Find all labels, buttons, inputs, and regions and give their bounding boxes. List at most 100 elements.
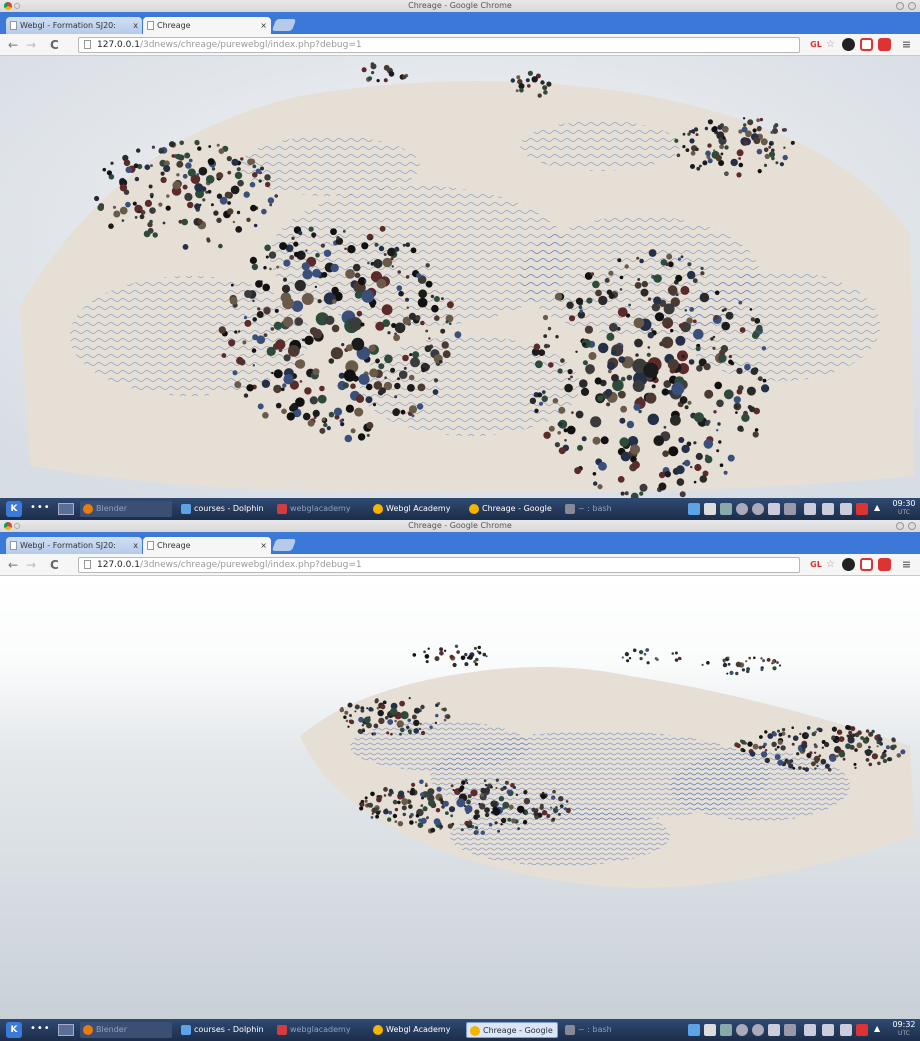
taskbar-item-bash[interactable]: ~ : bash (562, 1022, 654, 1038)
sphere-marker (607, 361, 616, 371)
bookmark-star-icon[interactable]: ☆ (824, 38, 837, 51)
tray-gear-icon[interactable] (752, 1024, 764, 1036)
close-icon[interactable]: × (260, 537, 267, 554)
activities-icon[interactable]: ••• (30, 1022, 51, 1036)
new-tab-button[interactable] (271, 539, 297, 551)
sphere-marker (246, 384, 254, 392)
sphere-marker (289, 255, 295, 260)
tray-scissors-icon[interactable] (768, 1024, 780, 1036)
tray-display-icon[interactable] (804, 1024, 816, 1036)
show-desktop-icon[interactable] (58, 1024, 74, 1036)
show-desktop-icon[interactable] (58, 503, 74, 515)
taskbar-item-blender[interactable]: Blender (80, 1022, 172, 1038)
sphere-marker (724, 172, 729, 176)
sphere-marker (683, 459, 691, 467)
clock[interactable]: 09:30 UTC (890, 499, 918, 517)
tray-scissors-icon[interactable] (768, 503, 780, 515)
tray-bluetooth-icon[interactable] (822, 1024, 834, 1036)
kde-launcher-icon[interactable]: K (6, 501, 22, 517)
kde-launcher-icon[interactable]: K (6, 1022, 22, 1038)
address-bar[interactable]: 127.0.0.1/3dnews/chreage/purewebgl/index… (78, 37, 800, 53)
taskbar-item-webglacademy-term[interactable]: webglacademy (274, 501, 366, 517)
tray-battery-icon[interactable] (840, 503, 852, 515)
tray-grid-icon[interactable] (720, 503, 732, 515)
sphere-marker (703, 439, 714, 449)
close-icon[interactable]: × (260, 17, 267, 34)
sphere-marker (538, 349, 546, 356)
taskbar-item-dolphin[interactable]: courses - Dolphin (178, 501, 270, 517)
forward-arrow-icon[interactable]: → (26, 36, 36, 54)
tray-volume-icon[interactable] (784, 1024, 796, 1036)
tray-volume-icon[interactable] (784, 503, 796, 515)
back-arrow-icon[interactable]: ← (8, 36, 18, 54)
sphere-marker (389, 707, 398, 716)
taskbar-item-chreage[interactable]: Chreage - Google (466, 501, 558, 517)
tray-expand-icon[interactable]: ▲ (874, 503, 886, 515)
reload-icon[interactable]: C (50, 556, 59, 574)
close-icon[interactable]: x (133, 17, 138, 34)
extension-red-icon[interactable] (860, 38, 873, 51)
forward-arrow-icon[interactable]: → (26, 556, 36, 574)
tab-webgl-formation[interactable]: Webgl - Formation SJ20: x (6, 17, 142, 34)
tray-gear-icon[interactable] (736, 503, 748, 515)
window-menu-icon[interactable] (14, 523, 20, 529)
tray-alert-icon[interactable] (856, 503, 868, 515)
close-icon[interactable]: x (133, 537, 138, 554)
sphere-marker (433, 296, 440, 302)
tray-alert-icon[interactable] (856, 1024, 868, 1036)
tray-battery-icon[interactable] (840, 1024, 852, 1036)
taskbar-item-webgl-academy[interactable]: Webgl Academy (370, 501, 462, 517)
tray-expand-icon[interactable]: ▲ (874, 1024, 886, 1036)
reload-icon[interactable]: C (50, 36, 59, 54)
taskbar-item-blender[interactable]: Blender (80, 501, 172, 517)
chrome-menu-icon[interactable]: ≡ (900, 558, 913, 571)
clock[interactable]: 09:32 UTC (890, 1020, 918, 1038)
tray-network-icon[interactable] (688, 503, 700, 515)
taskbar-item-bash[interactable]: ~ : bash (562, 501, 654, 517)
tray-gear-icon[interactable] (752, 503, 764, 515)
chrome-menu-icon[interactable]: ≡ (900, 38, 913, 51)
taskbar-item-chreage[interactable]: Chreage - Google (466, 1022, 558, 1038)
extension-dark-icon[interactable] (842, 38, 855, 51)
bookmark-star-icon[interactable]: ☆ (824, 558, 837, 571)
webgl-canvas[interactable] (0, 576, 920, 1019)
tray-notes-icon[interactable] (704, 1024, 716, 1036)
activities-icon[interactable]: ••• (30, 501, 51, 515)
tray-grid-icon[interactable] (720, 1024, 732, 1036)
sphere-marker (160, 176, 167, 184)
terminal-icon (277, 1025, 287, 1035)
tray-display-icon[interactable] (804, 503, 816, 515)
taskbar-item-webgl-academy[interactable]: Webgl Academy (370, 1022, 462, 1038)
sphere-marker (352, 263, 361, 272)
tray-network-icon[interactable] (688, 1024, 700, 1036)
tray-bluetooth-icon[interactable] (822, 503, 834, 515)
sphere-marker (620, 451, 631, 462)
sphere-marker (442, 707, 447, 712)
address-bar[interactable]: 127.0.0.1/3dnews/chreage/purewebgl/index… (78, 557, 800, 573)
sphere-marker (134, 176, 140, 182)
sphere-marker (347, 725, 350, 728)
new-tab-button[interactable] (271, 19, 297, 31)
extension-red-icon[interactable] (860, 558, 873, 571)
extension-c-icon[interactable] (878, 558, 891, 571)
taskbar-item-dolphin[interactable]: courses - Dolphin (178, 1022, 270, 1038)
tray-gear-icon[interactable] (736, 1024, 748, 1036)
extension-c-icon[interactable] (878, 38, 891, 51)
close-window-button[interactable] (908, 2, 916, 10)
gl-extension-icon[interactable]: GL (808, 558, 824, 571)
tray-notes-icon[interactable] (704, 503, 716, 515)
gl-extension-icon[interactable]: GL (808, 38, 824, 51)
webgl-canvas[interactable] (0, 56, 920, 498)
close-window-button[interactable] (908, 522, 916, 530)
taskbar-item-webglacademy-term[interactable]: webglacademy (274, 1022, 366, 1038)
tab-chreage[interactable]: Chreage × (143, 17, 271, 34)
tab-chreage[interactable]: Chreage × (143, 537, 271, 554)
extension-dark-icon[interactable] (842, 558, 855, 571)
sphere-marker (646, 661, 650, 665)
sphere-marker (417, 297, 428, 308)
back-arrow-icon[interactable]: ← (8, 556, 18, 574)
tab-webgl-formation[interactable]: Webgl - Formation SJ20: x (6, 537, 142, 554)
minimize-button[interactable] (896, 522, 904, 530)
minimize-button[interactable] (896, 2, 904, 10)
window-menu-icon[interactable] (14, 3, 20, 9)
